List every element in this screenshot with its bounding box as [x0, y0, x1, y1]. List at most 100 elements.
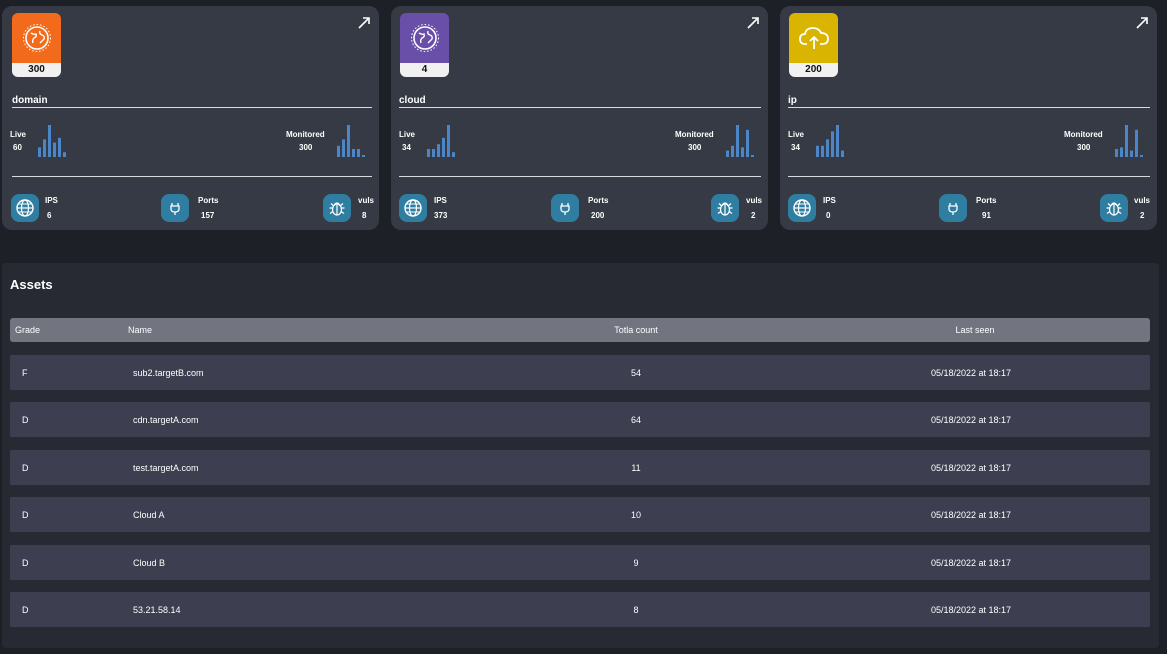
vuls-label: vuls — [1134, 196, 1151, 205]
sparkline-bar — [731, 145, 734, 157]
ports-label: Ports — [198, 196, 219, 205]
ips-button[interactable] — [788, 194, 816, 222]
ports-button[interactable] — [551, 194, 579, 222]
sparkline-bar — [38, 147, 41, 157]
ips-value: 0 — [826, 211, 831, 220]
monitored-sparkline — [1115, 125, 1143, 157]
card-title: cloud — [399, 95, 426, 106]
count-cell: 8 — [633, 605, 639, 615]
count-cell: 11 — [631, 463, 641, 473]
sparkline-bar — [452, 152, 455, 157]
sparkline-bar — [821, 145, 824, 157]
grade-cell: D — [22, 463, 29, 473]
sparkline-bar — [53, 142, 56, 157]
sparkline-bar — [736, 125, 739, 157]
name-cell: cdn.targetA.com — [133, 415, 199, 425]
monitored-value: 300 — [1077, 143, 1091, 152]
monitored-value: 300 — [299, 143, 313, 152]
ip-card: 200 ip Live 34 Monitored 300 IPS 0 Ports… — [780, 6, 1157, 230]
sparkline-bar — [362, 155, 365, 157]
vuls-value: 2 — [751, 211, 756, 220]
ip-count: 200 — [789, 63, 838, 77]
expand-icon[interactable] — [1135, 16, 1149, 30]
table-row[interactable]: F sub2.targetB.com 54 05/18/2022 at 18:1… — [10, 355, 1150, 390]
ports-button[interactable] — [161, 194, 189, 222]
vuls-label: vuls — [358, 196, 375, 205]
sparkline-bar — [1120, 147, 1123, 157]
cloud-upload-icon — [798, 27, 829, 49]
assets-panel: Assets Grade Name Totla count Last seen … — [2, 263, 1159, 648]
sparkline-bar — [1130, 150, 1133, 157]
divider — [399, 176, 761, 177]
vuls-button[interactable] — [1100, 194, 1128, 222]
live-sparkline — [38, 125, 66, 157]
ips-button[interactable] — [399, 194, 427, 222]
sparkline-bar — [726, 150, 729, 157]
name-cell: test.targetA.com — [133, 463, 199, 473]
sparkline-bar — [337, 145, 340, 157]
name-cell: Cloud A — [133, 510, 165, 520]
sparkline-bar — [432, 149, 435, 157]
card-title: ip — [788, 95, 797, 106]
domain-card: 300 domain Live 60 Monitored 300 IPS 6 P… — [2, 6, 379, 230]
expand-icon[interactable] — [357, 16, 371, 30]
column-header-grade[interactable]: Grade — [15, 325, 40, 335]
monitored-value: 300 — [688, 143, 702, 152]
vuls-value: 8 — [362, 211, 367, 220]
sparkline-bar — [741, 147, 744, 157]
domain-tile[interactable]: 300 — [12, 13, 61, 77]
globe-icon — [410, 24, 439, 52]
grade-cell: D — [22, 558, 29, 568]
assets-title: Assets — [10, 277, 53, 292]
live-sparkline — [816, 125, 844, 157]
plug-icon — [948, 203, 958, 215]
sparkline-bar — [342, 139, 345, 157]
vuls-label: vuls — [746, 196, 763, 205]
ports-label: Ports — [976, 196, 997, 205]
count-cell: 54 — [630, 368, 642, 378]
bug-icon — [1106, 202, 1122, 216]
sparkline-bar — [841, 150, 844, 157]
live-label: Live — [788, 130, 805, 139]
count-cell: 64 — [630, 415, 642, 425]
grade-cell: D — [22, 415, 29, 425]
globe-icon — [404, 199, 422, 217]
plug-icon — [170, 203, 180, 215]
cloud-count: 4 — [400, 63, 449, 77]
ips-button[interactable] — [11, 194, 39, 222]
column-header-name[interactable]: Name — [128, 325, 152, 335]
grade-cell: F — [22, 368, 28, 378]
sparkline-bar — [816, 145, 819, 157]
ip-tile[interactable]: 200 — [789, 13, 838, 77]
live-label: Live — [10, 130, 27, 139]
table-row[interactable]: D Cloud A 10 05/18/2022 at 18:17 — [10, 497, 1150, 532]
ports-value: 157 — [201, 211, 215, 220]
bug-icon — [717, 202, 733, 216]
sparkline-bar — [347, 125, 350, 157]
table-row[interactable]: D cdn.targetA.com 64 05/18/2022 at 18:17 — [10, 402, 1150, 437]
expand-icon[interactable] — [746, 16, 760, 30]
table-row[interactable]: D Cloud B 9 05/18/2022 at 18:17 — [10, 545, 1150, 580]
count-cell: 10 — [630, 510, 642, 520]
monitored-label: Monitored — [286, 130, 325, 139]
sparkline-bar — [352, 149, 355, 157]
last-seen-cell: 05/18/2022 at 18:17 — [930, 510, 1012, 520]
sparkline-bar — [48, 125, 51, 157]
table-row[interactable]: D test.targetA.com 11 05/18/2022 at 18:1… — [10, 450, 1150, 485]
sparkline-bar — [63, 152, 66, 157]
globe-icon — [22, 24, 51, 52]
vuls-button[interactable] — [711, 194, 739, 222]
sparkline-bar — [836, 125, 839, 157]
ports-value: 200 — [591, 211, 605, 220]
table-row[interactable]: D 53.21.58.14 8 05/18/2022 at 18:17 — [10, 592, 1150, 627]
divider — [399, 107, 761, 108]
vuls-button[interactable] — [323, 194, 351, 222]
cloud-tile[interactable]: 4 — [400, 13, 449, 77]
bug-icon — [329, 202, 345, 216]
column-header-last-seen[interactable]: Last seen — [955, 325, 994, 335]
ports-button[interactable] — [939, 194, 967, 222]
globe-icon — [793, 199, 811, 217]
column-header-total-count[interactable]: Totla count — [614, 325, 658, 335]
sparkline-bar — [1140, 155, 1143, 157]
divider — [12, 176, 372, 177]
